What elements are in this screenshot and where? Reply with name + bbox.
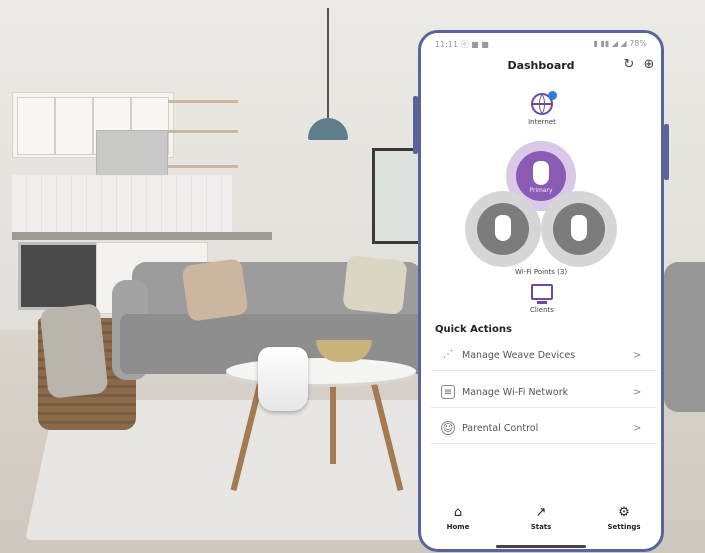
- kitchen-shelf: [168, 165, 238, 168]
- pillow: [181, 258, 249, 322]
- home-indicator[interactable]: [496, 545, 586, 548]
- internet-node[interactable]: Internet: [522, 91, 562, 126]
- clients-label: Clients: [530, 306, 554, 314]
- weave-icon: ⋰: [443, 349, 453, 360]
- pod-icon: [571, 215, 587, 241]
- internet-label: Internet: [528, 118, 556, 126]
- settings-icon: ⚙: [618, 505, 630, 520]
- coffee-table: [226, 358, 416, 384]
- quick-action-label: Parental Control: [462, 422, 539, 434]
- pod-icon: [495, 215, 511, 241]
- phone-screen: 11:11 ⓔ ■ ■ ▮ ▮▮ ◢ ◢ 78% Dashboard ↻ ⊕ I…: [418, 30, 664, 552]
- kitchen-shelf: [168, 100, 238, 103]
- refresh-icon[interactable]: ↻: [621, 57, 637, 73]
- quick-actions-title: Quick Actions: [435, 324, 512, 335]
- home-icon: ⌂: [453, 505, 463, 520]
- wifi-network-icon: ≡: [441, 385, 455, 399]
- quick-action-parental-control[interactable]: ☺ Parental Control >: [431, 413, 657, 444]
- tab-label: Settings: [607, 523, 641, 531]
- status-dot: [548, 91, 557, 100]
- header: Dashboard ↻ ⊕: [421, 55, 661, 83]
- plus-circle-icon[interactable]: ⊕: [641, 57, 657, 73]
- table-leg: [330, 384, 336, 464]
- quick-action-manage-weave-devices[interactable]: ⋰ Manage Weave Devices >: [431, 340, 657, 371]
- pod-icon: [533, 161, 549, 185]
- clients-node[interactable]: Clients: [526, 284, 558, 314]
- blanket: [39, 303, 109, 399]
- stats-icon: ↗: [535, 505, 547, 520]
- status-bar: 11:11 ⓔ ■ ■ ▮ ▮▮ ◢ ◢ 78%: [421, 33, 661, 55]
- quick-action-manage-wifi-network[interactable]: ≡ Manage Wi-Fi Network >: [431, 377, 657, 408]
- chevron-right-icon: >: [633, 422, 642, 434]
- quick-action-label: Manage Weave Devices: [462, 349, 576, 361]
- tab-label: Home: [446, 523, 470, 531]
- chevron-right-icon: >: [633, 386, 642, 398]
- range-hood: [96, 130, 168, 178]
- satellite-wifi-point[interactable]: [541, 191, 617, 267]
- devices-icon: [531, 284, 553, 304]
- phone-side-button: [664, 124, 669, 180]
- sofa-right: [664, 262, 705, 412]
- chevron-right-icon: >: [633, 349, 642, 361]
- bottom-tab-bar: ⌂ Home ↗ Stats ⚙ Settings: [421, 501, 661, 541]
- tab-settings[interactable]: ⚙ Settings: [599, 505, 649, 531]
- tab-label: Stats: [530, 523, 552, 531]
- quick-action-label: Manage Wi-Fi Network: [462, 386, 569, 398]
- satellite-wifi-point[interactable]: [465, 191, 541, 267]
- wifi-points-label[interactable]: Wi-Fi Points (3): [421, 268, 661, 276]
- parental-control-icon: ☺: [441, 421, 455, 435]
- oven: [18, 242, 100, 310]
- status-left: 11:11 ⓔ ■ ■: [435, 40, 489, 49]
- tab-stats[interactable]: ↗ Stats: [516, 505, 566, 531]
- tab-home[interactable]: ⌂ Home: [433, 505, 483, 531]
- pendant-cord: [327, 8, 329, 118]
- status-right: ▮ ▮▮ ◢ ◢ 78%: [593, 39, 647, 48]
- kitchen-shelf: [168, 130, 238, 133]
- backsplash: [12, 175, 232, 235]
- pillow: [342, 255, 408, 315]
- counter: [12, 232, 272, 240]
- wifi-point-device: [258, 347, 308, 411]
